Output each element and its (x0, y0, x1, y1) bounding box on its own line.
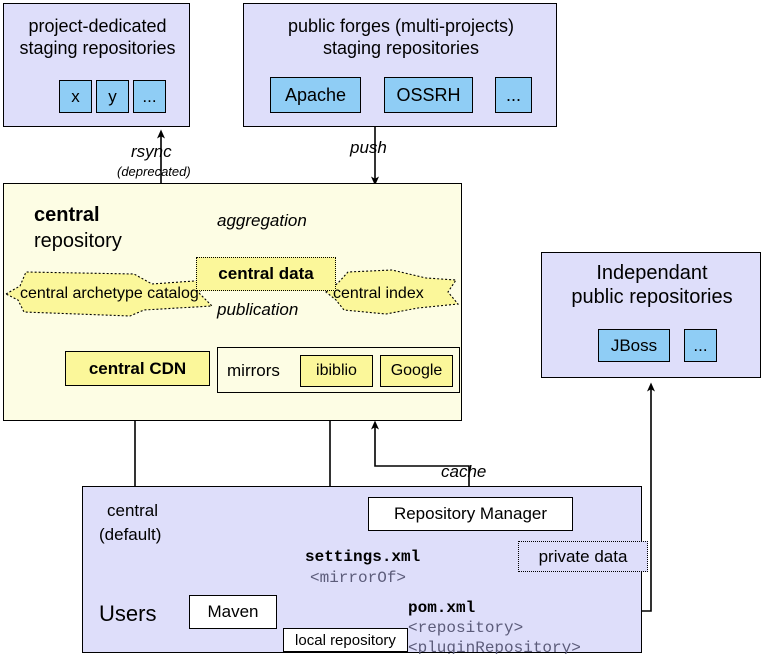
local-repository-label: local repository (295, 631, 396, 649)
central-index-label: central index (333, 285, 424, 302)
private-data-label: private data (538, 546, 628, 566)
central-data-node[interactable]: central data (196, 257, 336, 291)
staging-repositories-title-line1: project-dedicated (28, 16, 167, 36)
independant-node-jboss-label: JBoss (610, 335, 658, 355)
mirror-node-google-label: Google (390, 362, 443, 379)
users-title: Users (99, 601, 157, 626)
independant-node-more-label: ... (693, 335, 708, 355)
independant-node-jboss[interactable]: JBoss (598, 329, 670, 362)
edge-label-publication: publication (217, 300, 299, 319)
maven-node[interactable]: Maven (189, 595, 277, 629)
repository-tag: <repository> (408, 619, 524, 637)
forge-node-ossrh-label: OSSRH (396, 84, 461, 105)
central-default-line2: (default) (99, 525, 162, 544)
public-forges-box: public forges (multi-projects) staging r… (243, 3, 557, 127)
staging-repositories-box: project-dedicated staging repositories x… (3, 3, 190, 127)
staging-node-x-label: x (71, 86, 80, 106)
staging-node-y[interactable]: y (96, 80, 129, 113)
staging-node-x[interactable]: x (59, 80, 92, 113)
public-forges-title-line2: staging repositories (322, 38, 480, 58)
diagram-canvas: project-dedicated staging repositories x… (0, 0, 764, 654)
edge-cache (371, 420, 470, 494)
edge-label-rsync-note: (deprecated) (117, 164, 191, 179)
repository-manager-node[interactable]: Repository Manager (368, 497, 573, 531)
plugin-repository-tag: <pluginRepository> (408, 639, 581, 654)
forge-node-more-label: ... (505, 84, 521, 105)
staging-repositories-title-line2: staging repositories (19, 38, 176, 58)
private-data-node[interactable]: private data (518, 541, 648, 572)
pom-xml-label: pom.xml (408, 599, 476, 617)
central-cdn-node[interactable]: central CDN (65, 351, 210, 386)
central-cdn-label: central CDN (88, 358, 187, 378)
independant-title-line1: Independant (596, 262, 708, 284)
forge-node-more[interactable]: ... (495, 77, 532, 113)
users-box: Users central (default) Repository Manag… (82, 486, 648, 654)
edge-label-push: push (350, 138, 387, 157)
edge-label-cache: cache (441, 462, 487, 481)
mirror-node-ibiblio-label: ibiblio (316, 362, 357, 379)
maven-label: Maven (207, 602, 259, 621)
mirror-node-ibiblio[interactable]: ibiblio (300, 355, 373, 387)
repository-manager-label: Repository Manager (393, 504, 548, 523)
public-forges-title-line1: public forges (multi-projects) (287, 16, 515, 36)
mirrors-group-box: mirrors ibiblio Google (217, 347, 460, 393)
independant-repositories-box: Independant public repositories JBoss ..… (541, 252, 761, 378)
local-repository-node[interactable]: local repository (283, 628, 408, 652)
archetype-catalog-label: central archetype catalog (20, 285, 199, 302)
settings-xml-label: settings.xml (305, 548, 421, 566)
mirrors-label: mirrors (227, 361, 280, 380)
central-default-line1: central (107, 501, 159, 520)
central-repository-title-line1: central (34, 204, 100, 226)
independant-title-line2: public repositories (571, 286, 733, 308)
forge-node-apache-label: Apache (284, 84, 347, 105)
edge-label-rsync: rsync (131, 142, 172, 161)
mirror-of-tag: <mirrorOf> (310, 569, 407, 587)
forge-node-apache[interactable]: Apache (270, 77, 361, 113)
independant-node-more[interactable]: ... (684, 329, 717, 362)
staging-node-y-label: y (108, 86, 117, 106)
staging-node-more[interactable]: ... (133, 80, 166, 113)
central-repository-title-line2: repository (34, 230, 122, 252)
mirror-node-google[interactable]: Google (380, 355, 453, 387)
central-data-label: central data (218, 264, 314, 283)
staging-node-more-label: ... (142, 86, 157, 106)
forge-node-ossrh[interactable]: OSSRH (384, 77, 473, 113)
edge-label-aggregation: aggregation (217, 211, 307, 230)
